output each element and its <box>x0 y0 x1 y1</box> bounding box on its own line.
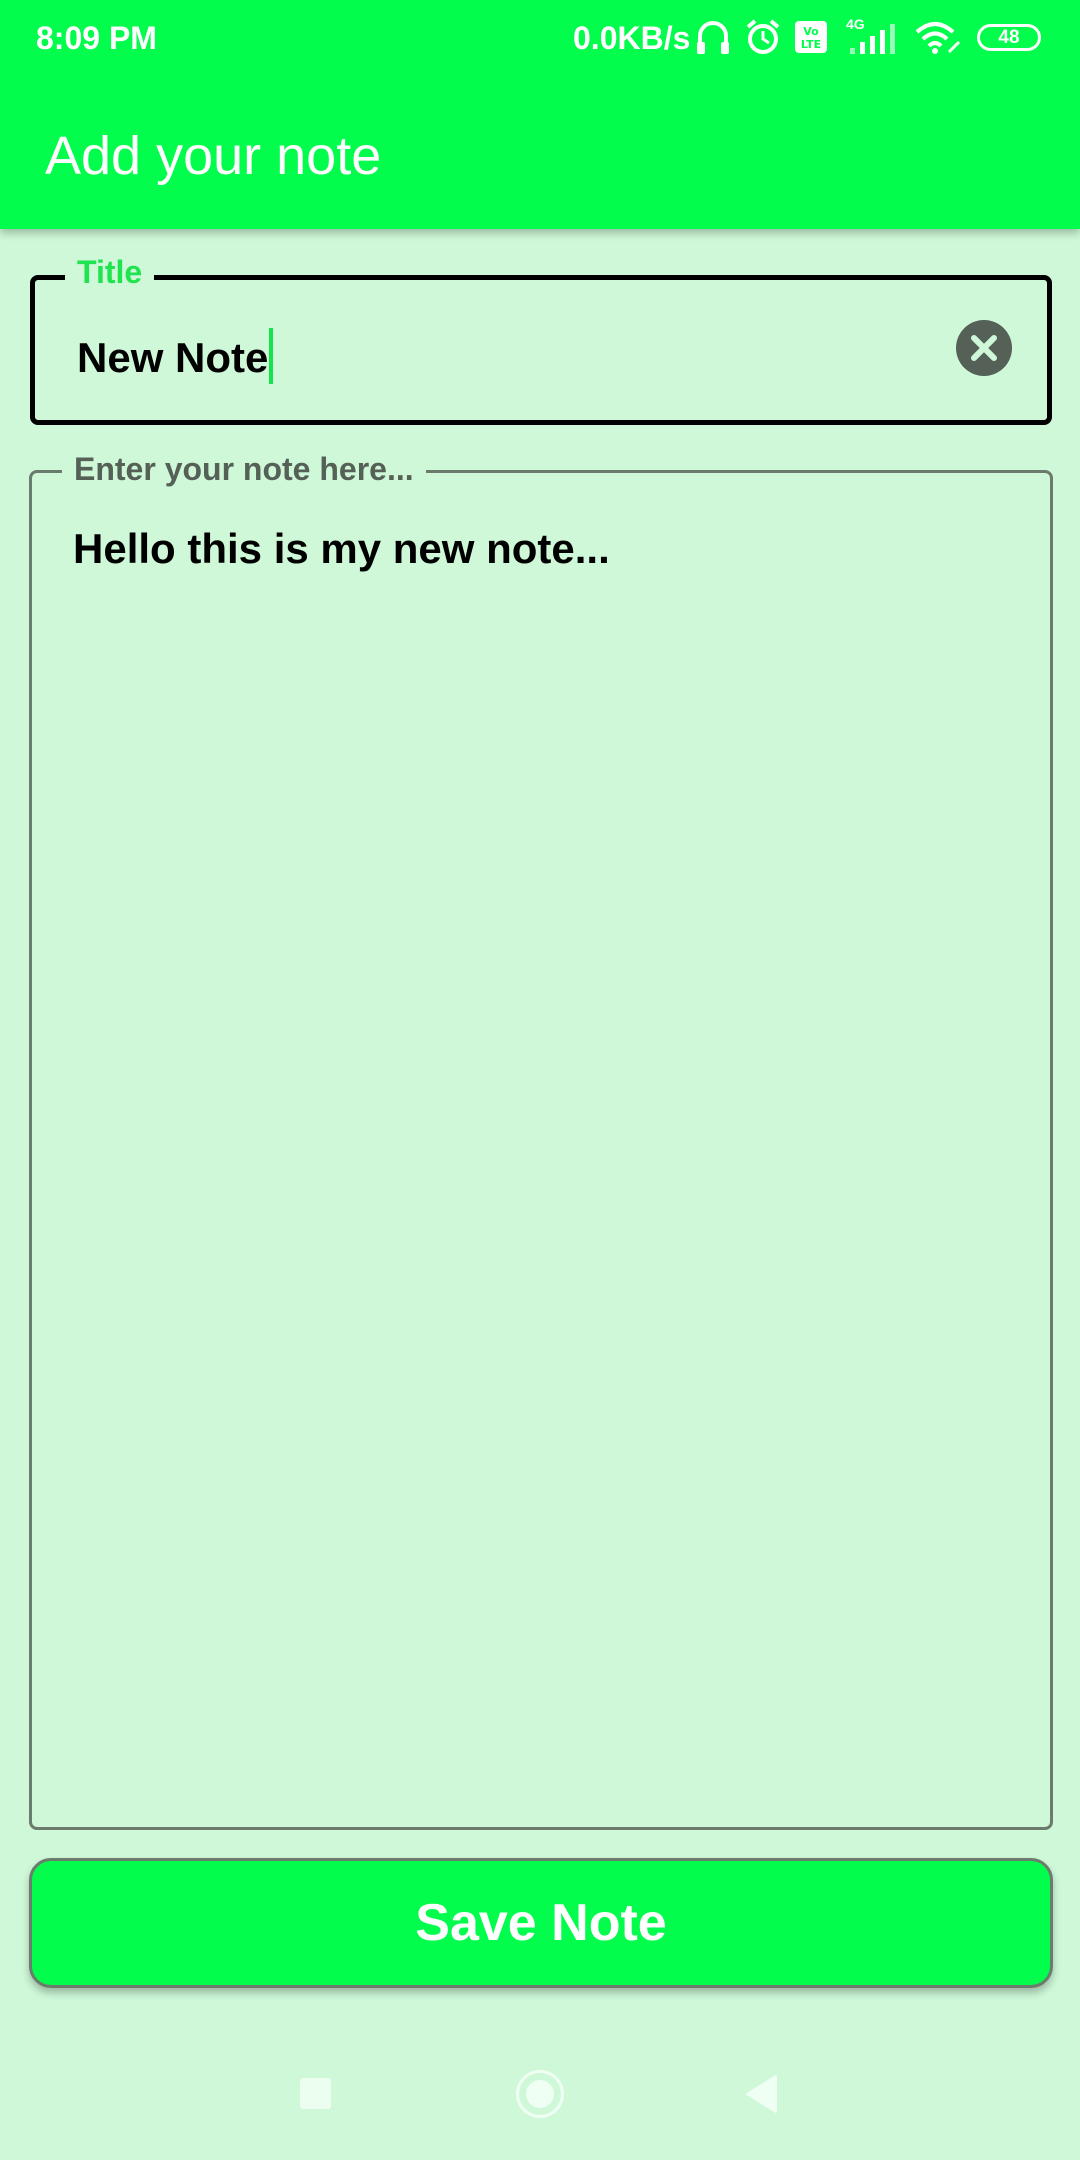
recent-apps-icon[interactable] <box>300 2078 331 2109</box>
save-note-button-label: Save Note <box>415 1894 667 1952</box>
page-title: Add your note <box>45 126 382 186</box>
status-time: 8:09 PM <box>36 20 157 56</box>
network-speed: 0.0KB/s <box>573 20 691 56</box>
close-icon <box>971 335 997 361</box>
wifi-icon <box>915 22 961 54</box>
battery-level: 48 <box>998 27 1020 48</box>
note-field-label: Enter your note here... <box>62 451 426 488</box>
svg-text:Vo: Vo <box>803 25 819 38</box>
back-icon[interactable] <box>744 2074 780 2114</box>
signal-icon <box>850 24 895 54</box>
volte-icon: Vo LTE <box>795 21 827 53</box>
title-field-label: Title <box>65 254 155 291</box>
home-icon[interactable] <box>516 2070 564 2118</box>
status-bar: 8:09 PM 0.0KB/s Vo LTE 4G 48 <box>0 0 1080 78</box>
navigation-bar <box>0 2040 1080 2150</box>
headset-icon <box>697 21 729 54</box>
save-note-button[interactable]: Save Note <box>29 1858 1053 1988</box>
battery-icon: 48 <box>977 24 1041 51</box>
title-field[interactable]: Title New Note <box>30 254 1052 425</box>
clear-title-button[interactable] <box>956 320 1012 376</box>
svg-text:LTE: LTE <box>801 38 821 51</box>
note-field[interactable]: Enter your note here... Hello this is my… <box>29 451 1053 1830</box>
text-caret <box>269 328 274 384</box>
title-input[interactable]: New Note <box>77 328 274 384</box>
title-input-text: New Note <box>77 334 269 381</box>
note-input[interactable]: Hello this is my new note... <box>73 525 610 573</box>
alarm-icon <box>746 19 780 54</box>
app-bar: 8:09 PM 0.0KB/s Vo LTE 4G 48 Add your no… <box>0 0 1080 229</box>
